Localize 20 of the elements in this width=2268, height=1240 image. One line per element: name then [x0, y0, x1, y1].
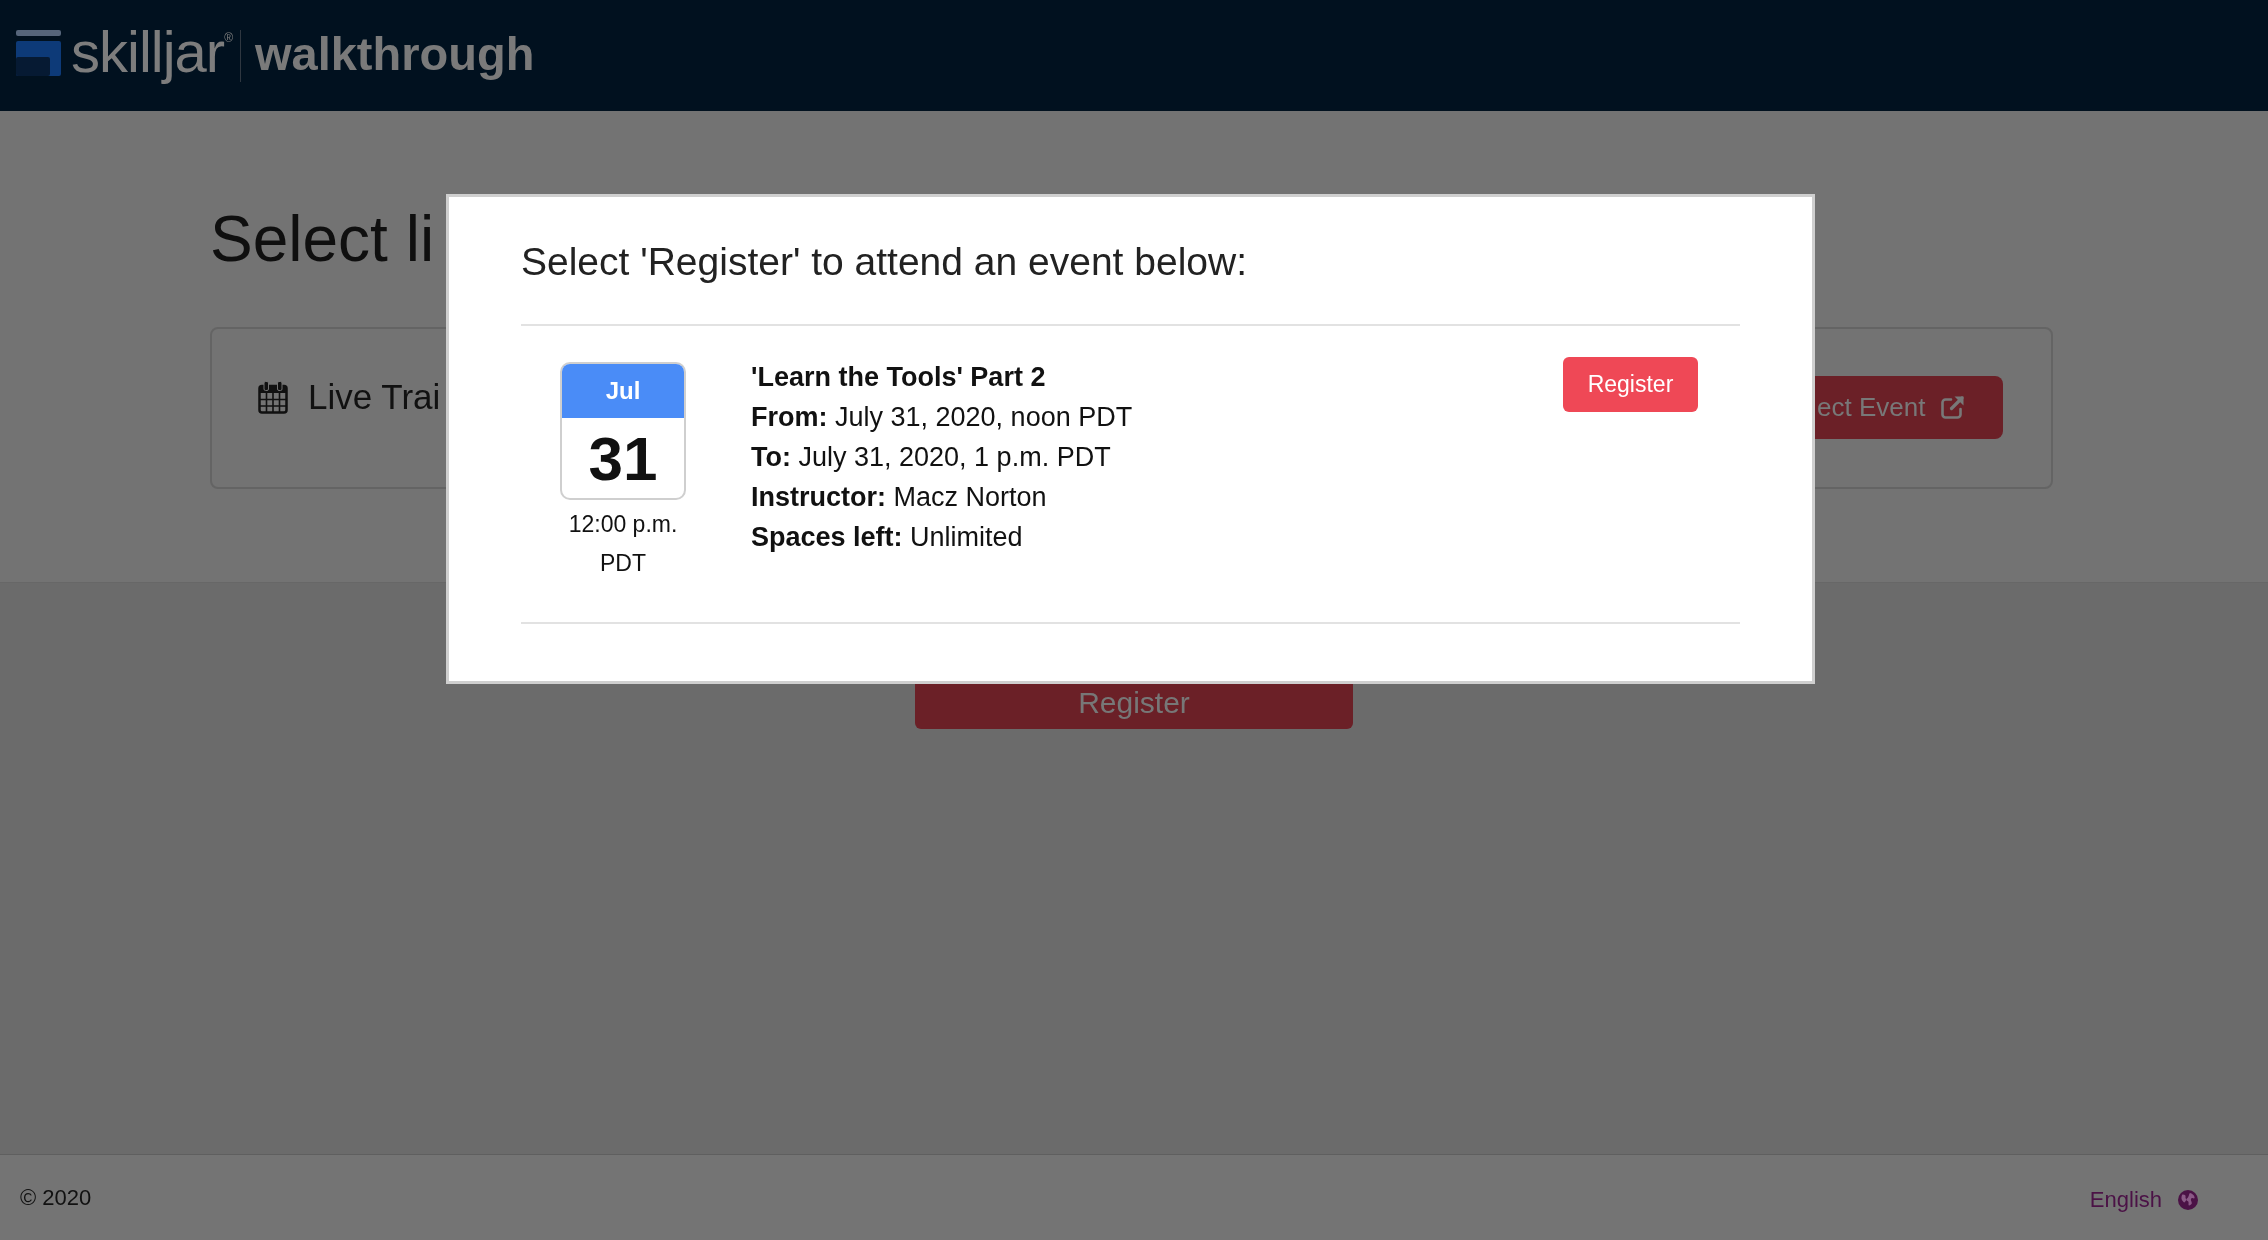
- event-detail: From: July 31, 2020, noon PDT: [751, 401, 1133, 434]
- event-button[interactable]: ect Event: [1815, 376, 2003, 440]
- language-link[interactable]: English: [2089, 1186, 2162, 1213]
- event-detail: Instructor: Macz Norton: [751, 481, 1047, 514]
- day-number: 31: [587, 422, 659, 495]
- modal-title: Select 'Register' to attend an event below:: [521, 239, 1247, 285]
- calendar-icon: [258, 381, 288, 415]
- event-card-title: Live Trai: [308, 377, 441, 418]
- logo-icon: [16, 29, 61, 76]
- register-button[interactable]: Register: [915, 684, 1353, 729]
- copyright-text: © 2020: [20, 1184, 92, 1211]
- month-label: Jul: [562, 364, 684, 418]
- external-link-icon: [1940, 395, 1966, 421]
- event-title: 'Learn the Tools' Part 2: [751, 361, 1046, 394]
- register-button[interactable]: Register: [1563, 357, 1698, 412]
- event-detail: To: July 31, 2020, 1 p.m. PDT: [751, 441, 1111, 474]
- event-time: 12:00 p.m. PDT: [567, 510, 679, 578]
- globe-icon: [2178, 1189, 2198, 1210]
- event-detail: Spaces left: Unlimited: [751, 521, 1023, 554]
- page-heading: Select li: [210, 203, 435, 277]
